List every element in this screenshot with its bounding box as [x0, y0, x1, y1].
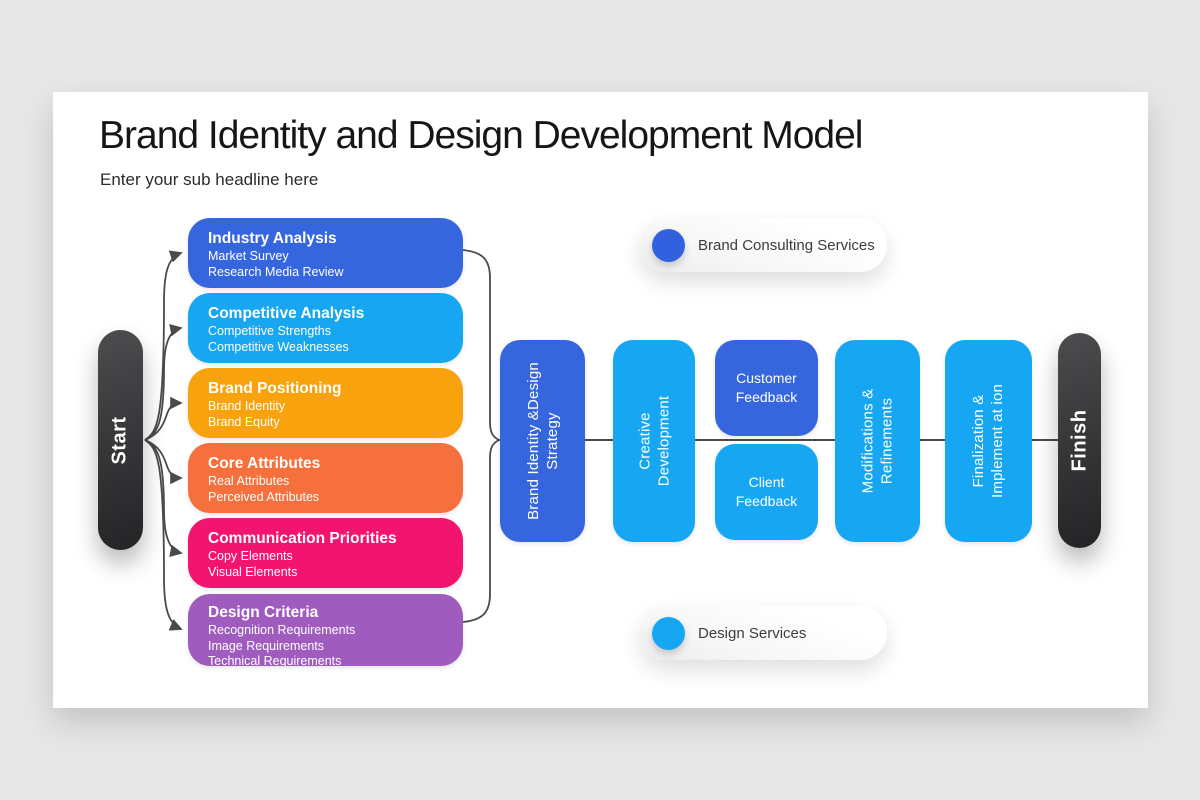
slide-canvas: Brand Identity and Design Development Mo…	[53, 92, 1148, 708]
phase-line: Competitive Weaknesses	[208, 339, 349, 354]
flow-label-line: Modifications &	[859, 388, 877, 494]
legend-color-dot	[652, 616, 685, 650]
legend-label: Brand Consulting Services	[698, 236, 875, 254]
flow-label-line: Feedback	[735, 389, 798, 405]
flow-label-line: Client	[748, 474, 785, 490]
converge-brace-top	[462, 249, 500, 441]
flow-label-line: Brand Identity &Design	[524, 362, 542, 520]
finish-label: Finish	[1068, 409, 1091, 472]
phase-line: Brand Equity	[208, 414, 280, 429]
phase-line: Technical Requirements	[208, 654, 342, 668]
phase-line: Copy Elements	[208, 549, 293, 563]
flow-label-line: Refinements	[878, 397, 896, 485]
flow-box-customer-feedback: Customer Feedback	[715, 340, 818, 436]
phase-line: Market Survey	[208, 249, 289, 263]
phase-line: Perceived Attributes	[208, 489, 320, 504]
flow-label-line: Strategy	[543, 412, 561, 470]
phase-title: Industry Analysis	[208, 230, 337, 247]
start-arrow-1	[144, 250, 183, 441]
phase-box-competitive-analysis: Competitive Analysis Competitive Strengt…	[188, 293, 463, 363]
phase-box-communication-priorities: Communication Priorities Copy Elements V…	[188, 518, 463, 588]
phase-title: Design Criteria	[208, 604, 319, 621]
flow-label-line: Finalization &	[970, 394, 988, 488]
legend-design-services: Design Services	[640, 606, 887, 660]
phase-line: Research Media Review	[208, 264, 344, 279]
phase-box-design-criteria: Design Criteria Recognition Requirements…	[188, 594, 463, 668]
phase-line: Competitive Strengths	[208, 324, 331, 338]
flow-label-line: Creative	[636, 412, 653, 470]
flow-box-brand-identity-design-strategy: Brand Identity &Design Strategy	[500, 340, 585, 542]
phase-title: Competitive Analysis	[208, 305, 365, 322]
legend-brand-consulting-services: Brand Consulting Services	[640, 218, 887, 272]
phase-box-brand-positioning: Brand Positioning Brand Identity Brand E…	[188, 368, 463, 438]
flow-label-line: Customer	[736, 370, 797, 386]
legend-label: Design Services	[698, 624, 807, 642]
flow-box-finalization-implementation: Finalization & Implement at ion	[945, 340, 1032, 542]
converge-brace-bottom	[462, 439, 500, 623]
flow-label-line: Implement at ion	[989, 383, 1007, 499]
phase-title: Core Attributes	[208, 455, 321, 472]
flow-box-creative-development: Creative Development	[613, 340, 695, 542]
phase-box-core-attributes: Core Attributes Real Attributes Perceive…	[188, 443, 463, 513]
start-arrow-6	[144, 439, 183, 631]
flow-label-line: Development	[655, 395, 672, 487]
phase-line: Real Attributes	[208, 474, 290, 488]
phase-title: Communication Priorities	[208, 530, 397, 547]
start-node: Start	[98, 330, 143, 550]
finish-node: Finish	[1058, 333, 1101, 548]
phase-title: Brand Positioning	[208, 380, 342, 397]
phase-box-industry-analysis: Industry Analysis Market Survey Research…	[188, 218, 463, 288]
legend-color-dot	[652, 228, 685, 262]
start-label: Start	[109, 415, 132, 465]
phase-line: Recognition Requirements	[208, 623, 356, 637]
flow-box-client-feedback: Client Feedback	[715, 444, 818, 540]
phase-line: Brand Identity	[208, 399, 286, 413]
flow-label-line: Feedback	[735, 493, 798, 509]
phase-line: Image Requirements	[208, 638, 325, 653]
phase-line: Visual Elements	[208, 564, 298, 579]
flow-box-modifications-refinements: Modifications & Refinements	[835, 340, 920, 542]
